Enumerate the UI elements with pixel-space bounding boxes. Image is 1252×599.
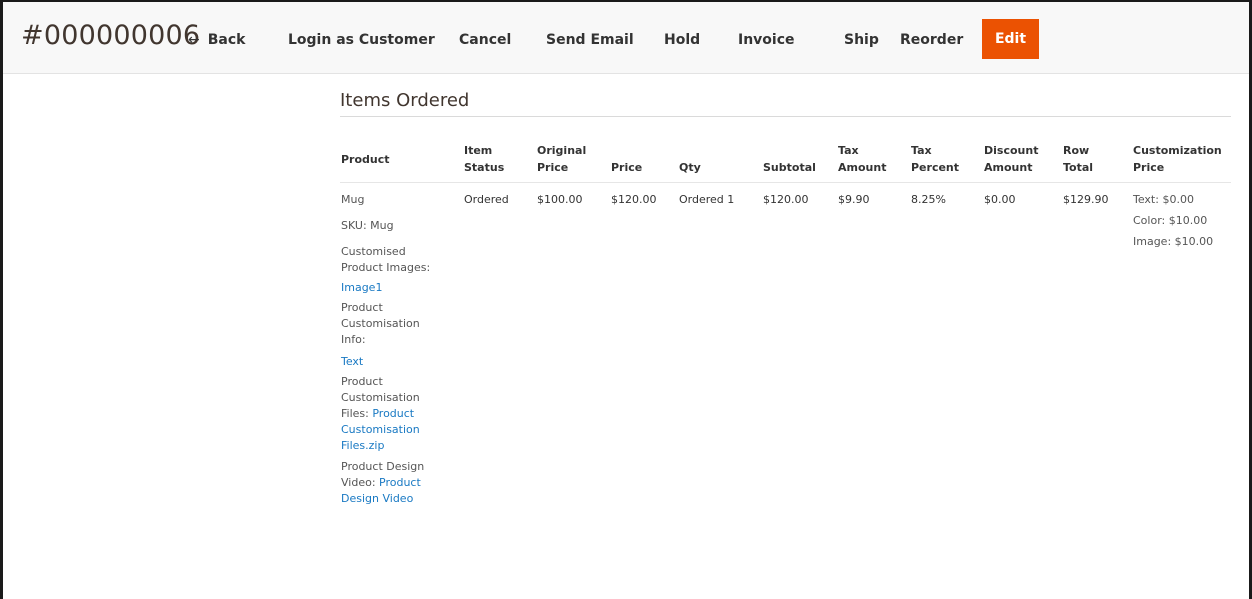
hold-button[interactable]: Hold bbox=[664, 32, 700, 48]
cell-subtotal: $120.00 bbox=[763, 193, 809, 206]
customisation-files-label-line2: Customisation bbox=[341, 391, 420, 404]
design-video-label: Product Design Video: Product Design Vid… bbox=[341, 459, 424, 507]
order-id-title: #000000006 bbox=[21, 20, 201, 51]
col-header-subtotal: Subtotal bbox=[763, 161, 816, 174]
col-header-row-total-line2: Total bbox=[1063, 161, 1094, 174]
col-header-tax-amount: Tax Amount bbox=[838, 142, 886, 176]
cancel-button[interactable]: Cancel bbox=[459, 32, 511, 48]
cell-item-status: Ordered bbox=[464, 193, 509, 206]
cell-original-price: $100.00 bbox=[537, 193, 583, 206]
col-header-row-total-line1: Row bbox=[1063, 144, 1090, 157]
customised-images-label: Customised Product Images: bbox=[341, 244, 430, 276]
col-header-discount-amount: Discount Amount bbox=[984, 142, 1038, 176]
login-as-customer-button[interactable]: Login as Customer bbox=[288, 32, 435, 48]
col-header-item-status: Item Status bbox=[464, 142, 504, 176]
customisation-files-label-line1: Product bbox=[341, 375, 383, 388]
col-header-tax-percent: Tax Percent bbox=[911, 142, 959, 176]
table-header-divider bbox=[340, 182, 1231, 183]
back-label: Back bbox=[207, 32, 246, 48]
customisation-info-label-line2: Customisation bbox=[341, 317, 420, 330]
video-link-line1[interactable]: Product bbox=[379, 476, 421, 489]
files-link-line2[interactable]: Customisation bbox=[341, 422, 420, 438]
back-button[interactable]: ← Back bbox=[188, 32, 245, 48]
col-header-original-price-line1: Original bbox=[537, 144, 587, 157]
design-video-label-line1: Product Design bbox=[341, 460, 425, 473]
cell-discount-amount: $0.00 bbox=[984, 193, 1016, 206]
cell-tax-amount: $9.90 bbox=[838, 193, 870, 206]
product-sku: SKU: Mug bbox=[341, 219, 394, 232]
left-arrow-icon: ← bbox=[188, 32, 200, 48]
cell-tax-percent: 8.25% bbox=[911, 193, 946, 206]
cell-row-total: $129.90 bbox=[1063, 193, 1109, 206]
image1-link[interactable]: Image1 bbox=[341, 280, 382, 296]
customisation-info-label: Product Customisation Info: bbox=[341, 300, 420, 348]
send-email-button[interactable]: Send Email bbox=[546, 32, 634, 48]
reorder-button[interactable]: Reorder bbox=[900, 32, 963, 48]
col-header-tax-percent-line2: Percent bbox=[911, 161, 960, 174]
col-header-item-status-line2: Status bbox=[464, 161, 505, 174]
video-prefix: Video: bbox=[341, 476, 376, 489]
customisation-files-label-line3: Files: Product bbox=[341, 406, 420, 422]
col-header-qty: Qty bbox=[679, 161, 701, 174]
text-link[interactable]: Text bbox=[341, 354, 363, 370]
customization-color-price: Color: $10.00 bbox=[1133, 214, 1208, 227]
window-frame-left bbox=[0, 0, 3, 599]
customisation-files-label: Product Customisation Files: Product Cus… bbox=[341, 374, 420, 454]
section-divider bbox=[340, 116, 1231, 117]
col-header-row-total: Row Total bbox=[1063, 142, 1093, 176]
product-name: Mug bbox=[341, 193, 365, 206]
col-header-customization-price-line2: Price bbox=[1133, 161, 1165, 174]
col-header-discount-amount-line2: Amount bbox=[984, 161, 1033, 174]
invoice-button[interactable]: Invoice bbox=[738, 32, 795, 48]
video-link-line2[interactable]: Design Video bbox=[341, 491, 424, 507]
files-prefix: Files: bbox=[341, 407, 369, 420]
cell-price: $120.00 bbox=[611, 193, 657, 206]
page-header: #000000006 ← Back Login as Customer Cance… bbox=[3, 2, 1249, 74]
col-header-original-price-line2: Price bbox=[537, 161, 569, 174]
col-header-tax-amount-line1: Tax bbox=[838, 144, 859, 157]
col-header-price: Price bbox=[611, 161, 643, 174]
customised-images-label-line2: Product Images: bbox=[341, 261, 431, 274]
customization-image-price: Image: $10.00 bbox=[1133, 235, 1214, 248]
design-video-label-line2: Video: Product bbox=[341, 475, 424, 491]
ship-button[interactable]: Ship bbox=[844, 32, 879, 48]
col-header-item-status-line1: Item bbox=[464, 144, 493, 157]
col-header-tax-percent-line1: Tax bbox=[911, 144, 932, 157]
col-header-customization-price: Customization Price bbox=[1133, 142, 1222, 176]
col-header-customization-price-line1: Customization bbox=[1133, 144, 1222, 157]
edit-button[interactable]: Edit bbox=[982, 19, 1039, 59]
customisation-info-label-line1: Product bbox=[341, 301, 383, 314]
col-header-discount-amount-line1: Discount bbox=[984, 144, 1039, 157]
cell-qty: Ordered 1 bbox=[679, 193, 735, 206]
col-header-tax-amount-line2: Amount bbox=[838, 161, 887, 174]
files-link-line1[interactable]: Product bbox=[372, 407, 414, 420]
col-header-product: Product bbox=[341, 153, 390, 166]
section-title: Items Ordered bbox=[340, 90, 470, 111]
customization-text-price: Text: $0.00 bbox=[1133, 193, 1194, 206]
customisation-info-label-line3: Info: bbox=[341, 333, 366, 346]
col-header-original-price: Original Price bbox=[537, 142, 586, 176]
customised-images-label-line1: Customised bbox=[341, 245, 406, 258]
files-link-line3[interactable]: Files.zip bbox=[341, 438, 420, 454]
